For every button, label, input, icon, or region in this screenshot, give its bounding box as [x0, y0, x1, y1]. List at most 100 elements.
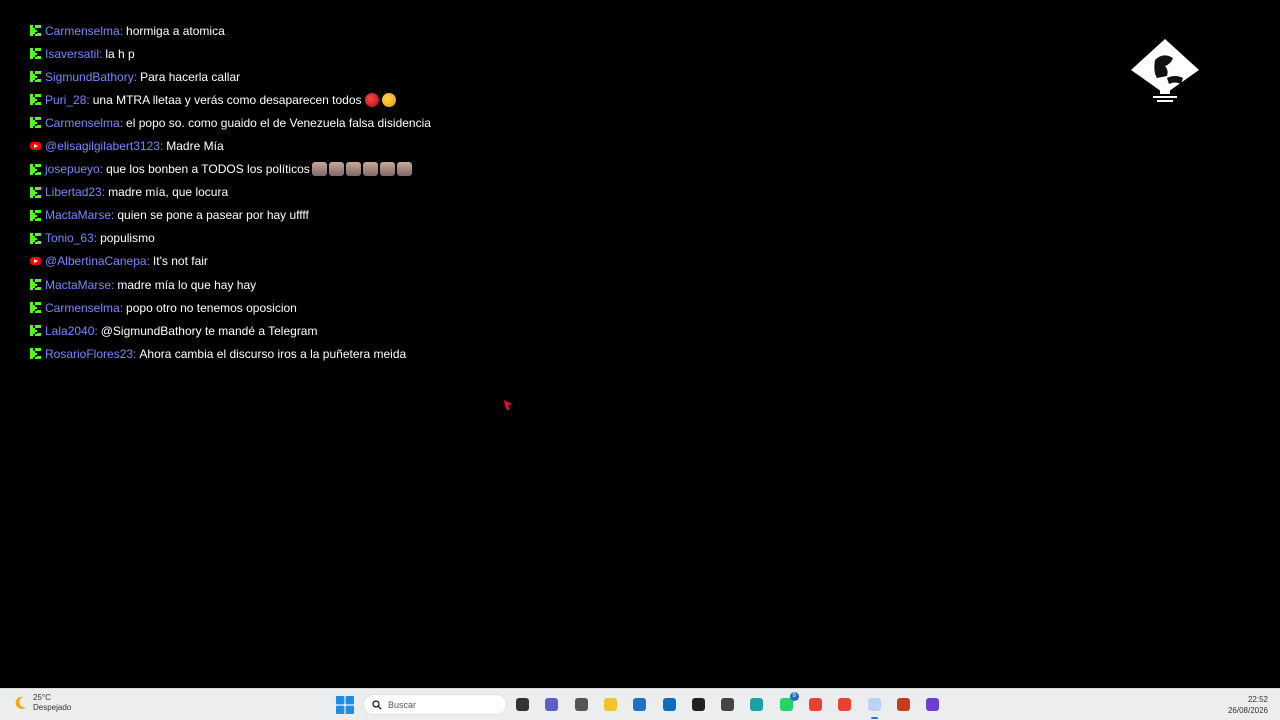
cube-app-icon[interactable]	[719, 696, 736, 713]
chat-username[interactable]: @elisagilgilabert3123	[45, 139, 160, 153]
windows-start-icon[interactable]	[336, 696, 354, 714]
kick-icon	[30, 279, 41, 291]
taskbar: 25°C Despejado Buscar 9 22:52 26/08/2026	[0, 688, 1280, 720]
chat-message-text: madre mía, que locura	[108, 185, 229, 200]
chat-message-text: hormiga a atomica	[126, 23, 225, 38]
kick-icon	[30, 232, 41, 244]
chat-message: Carmenselma: popo otro no tenemos oposici…	[30, 296, 730, 319]
app-red-badge-icon[interactable]	[690, 696, 707, 713]
taskbar-search[interactable]: Buscar	[363, 694, 507, 715]
outlook-icon[interactable]	[661, 696, 678, 713]
chat-message: Libertad23: madre mía, que locura	[30, 181, 730, 204]
chat-username[interactable]: MactaMarse	[45, 208, 111, 222]
chat-username[interactable]: RosarioFlores23	[45, 347, 133, 361]
chat-message: SigmundBathory: Para hacerla callar	[30, 65, 730, 88]
username-separator: :	[146, 254, 150, 269]
kick-icon	[30, 25, 41, 37]
chat-username[interactable]: Tonio_63	[45, 231, 94, 245]
moon-icon	[15, 696, 26, 709]
username-separator: :	[119, 300, 124, 315]
search-icon	[372, 699, 382, 710]
chat-username[interactable]: Libertad23	[45, 185, 102, 199]
store-icon[interactable]	[631, 696, 648, 713]
clock-time: 22:52	[1247, 695, 1268, 704]
username-separator: :	[93, 231, 98, 246]
cat-emote	[345, 162, 361, 177]
username-separator: :	[119, 23, 124, 38]
chat-message: Puri_28: una MTRA lletaa y verás como des…	[30, 88, 730, 111]
username-separator: :	[94, 323, 98, 338]
kick-icon	[30, 163, 41, 175]
chat-message: RosarioFlores23: Ahora cambia el discurso…	[30, 342, 730, 365]
cat-emote	[362, 162, 378, 177]
youtube-icon	[30, 142, 41, 151]
username-separator: :	[133, 69, 138, 84]
chat-message-text: Ahora cambia el discurso iros a la puñet…	[139, 346, 407, 361]
file-explorer-icon[interactable]	[602, 696, 619, 713]
kick-icon	[30, 71, 41, 83]
cat-emote	[396, 162, 412, 177]
kick-icon	[30, 209, 41, 221]
chat-message: Carmenselma: hormiga a atomica	[30, 19, 730, 42]
chat-message: @AlbertinaCanepa: It's not fair	[30, 250, 730, 273]
chat-message-text: It's not fair	[152, 254, 208, 269]
shield-app-icon[interactable]	[573, 696, 590, 713]
chat-username[interactable]: MactaMarse	[45, 278, 111, 292]
chat-message-text: el popo so. como guaido el de Venezuela …	[126, 115, 431, 130]
task-view-icon[interactable]	[514, 696, 531, 713]
chat-message: Lala2040: @SigmundBathory te mandé a Tele…	[30, 319, 730, 342]
chat-username[interactable]: @AlbertinaCanepa	[45, 254, 147, 268]
chrome-alt-icon[interactable]	[836, 696, 853, 713]
streaming-app-icon[interactable]	[866, 696, 883, 719]
edge-icon[interactable]	[748, 696, 765, 713]
chat-message-text: populismo	[100, 231, 155, 246]
chat-message: MactaMarse: quien se pone a pasear por ha…	[30, 204, 730, 227]
chat-message: josepueyo: que los bonben a TODOS los pol…	[30, 158, 730, 181]
chat-message-text: una MTRA lletaa y verás como desaparecen…	[92, 92, 362, 107]
kick-icon	[30, 302, 41, 314]
username-separator: :	[159, 139, 164, 154]
weather-widget[interactable]: 25°C Despejado	[12, 693, 71, 713]
username-separator: :	[99, 46, 103, 61]
kick-icon	[30, 325, 41, 337]
angry-face-emoji	[364, 92, 379, 107]
chat-message: Tonio_63: populismo	[30, 227, 730, 250]
chat-message-text: Para hacerla callar	[140, 69, 241, 84]
cat-emote	[311, 162, 327, 177]
chat-message-text: que los bonben a TODOS los políticos	[106, 162, 310, 177]
username-separator: :	[119, 115, 124, 130]
circle-app-icon[interactable]	[924, 696, 941, 713]
powerpoint-icon[interactable]	[895, 696, 912, 713]
chrome-icon[interactable]	[807, 696, 824, 713]
mouse-cursor-icon	[503, 399, 513, 411]
cat-emote	[328, 162, 344, 177]
chat-overlay: Carmenselma: hormiga a atomica Isaversatil…	[30, 19, 730, 365]
teams-icon[interactable]	[543, 696, 560, 713]
username-separator: :	[99, 162, 104, 177]
chat-message-text: @SigmundBathory te mandé a Telegram	[100, 323, 318, 338]
system-clock[interactable]: 22:52 26/08/2026	[1228, 694, 1268, 716]
username-separator: :	[101, 185, 106, 200]
chat-username[interactable]: Puri_28	[45, 93, 86, 107]
chat-message: Carmenselma: el popo so. como guaido el d…	[30, 111, 730, 134]
channel-logo	[1131, 39, 1199, 102]
kick-icon	[30, 94, 41, 106]
username-separator: :	[133, 346, 137, 361]
cat-emote	[379, 162, 395, 177]
chat-username[interactable]: Carmenselma	[45, 24, 120, 38]
username-separator: :	[86, 92, 90, 107]
chat-username[interactable]: Lala2040	[45, 324, 94, 338]
username-separator: :	[111, 277, 115, 292]
chat-username[interactable]: Isaversatil	[45, 47, 99, 61]
whatsapp-icon[interactable]: 9	[778, 692, 799, 713]
notification-badge: 9	[789, 692, 799, 701]
chat-username[interactable]: josepueyo	[45, 162, 100, 176]
username-separator: :	[111, 208, 115, 223]
chat-username[interactable]: SigmundBathory	[45, 70, 134, 84]
chat-message: @elisagilgilabert3123: Madre Mía	[30, 134, 730, 157]
kick-icon	[30, 186, 41, 198]
chat-username[interactable]: Carmenselma	[45, 301, 120, 315]
kick-icon	[30, 348, 41, 360]
chat-message: Isaversatil: la h p	[30, 42, 730, 65]
chat-username[interactable]: Carmenselma	[45, 116, 120, 130]
